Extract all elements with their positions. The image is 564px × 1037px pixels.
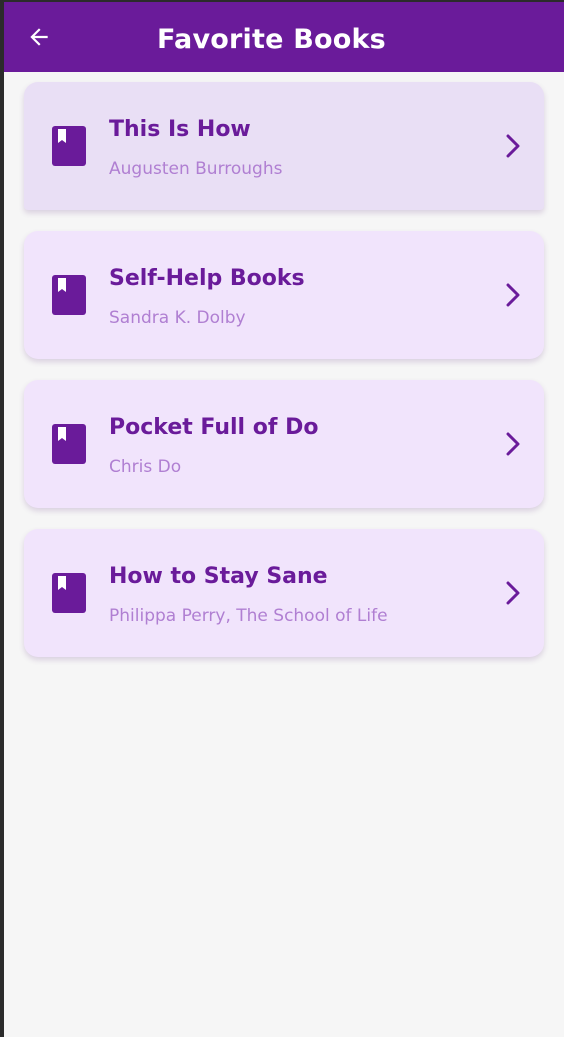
book-list: This Is How Augusten Burroughs Self-Help… xyxy=(24,82,544,678)
book-icon xyxy=(52,275,86,315)
back-button[interactable] xyxy=(24,22,54,52)
book-icon xyxy=(52,573,86,613)
book-icon xyxy=(52,424,86,464)
book-card[interactable]: This Is How Augusten Burroughs xyxy=(24,82,544,210)
chevron-right-icon xyxy=(506,134,520,158)
book-card[interactable]: Self-Help Books Sandra K. Dolby xyxy=(24,231,544,359)
book-title: How to Stay Sane xyxy=(109,564,328,589)
chevron-right-icon xyxy=(506,283,520,307)
chevron-right-icon xyxy=(506,581,520,605)
arrow-left-icon xyxy=(30,28,48,46)
book-author: Chris Do xyxy=(109,457,182,477)
book-title: Pocket Full of Do xyxy=(109,415,319,440)
book-icon xyxy=(52,126,86,166)
book-title: This Is How xyxy=(109,117,251,142)
book-author: Sandra K. Dolby xyxy=(109,308,246,328)
book-card[interactable]: How to Stay Sane Philippa Perry, The Sch… xyxy=(24,529,544,657)
app-bar: Favorite Books xyxy=(4,0,564,72)
book-author: Augusten Burroughs xyxy=(109,159,283,179)
book-author: Philippa Perry, The School of Life xyxy=(109,606,388,626)
chevron-right-icon xyxy=(506,432,520,456)
book-title: Self-Help Books xyxy=(109,266,305,291)
book-card[interactable]: Pocket Full of Do Chris Do xyxy=(24,380,544,508)
app-root: Favorite Books This Is How Augusten Burr… xyxy=(0,0,564,1037)
page-title: Favorite Books xyxy=(157,24,386,55)
